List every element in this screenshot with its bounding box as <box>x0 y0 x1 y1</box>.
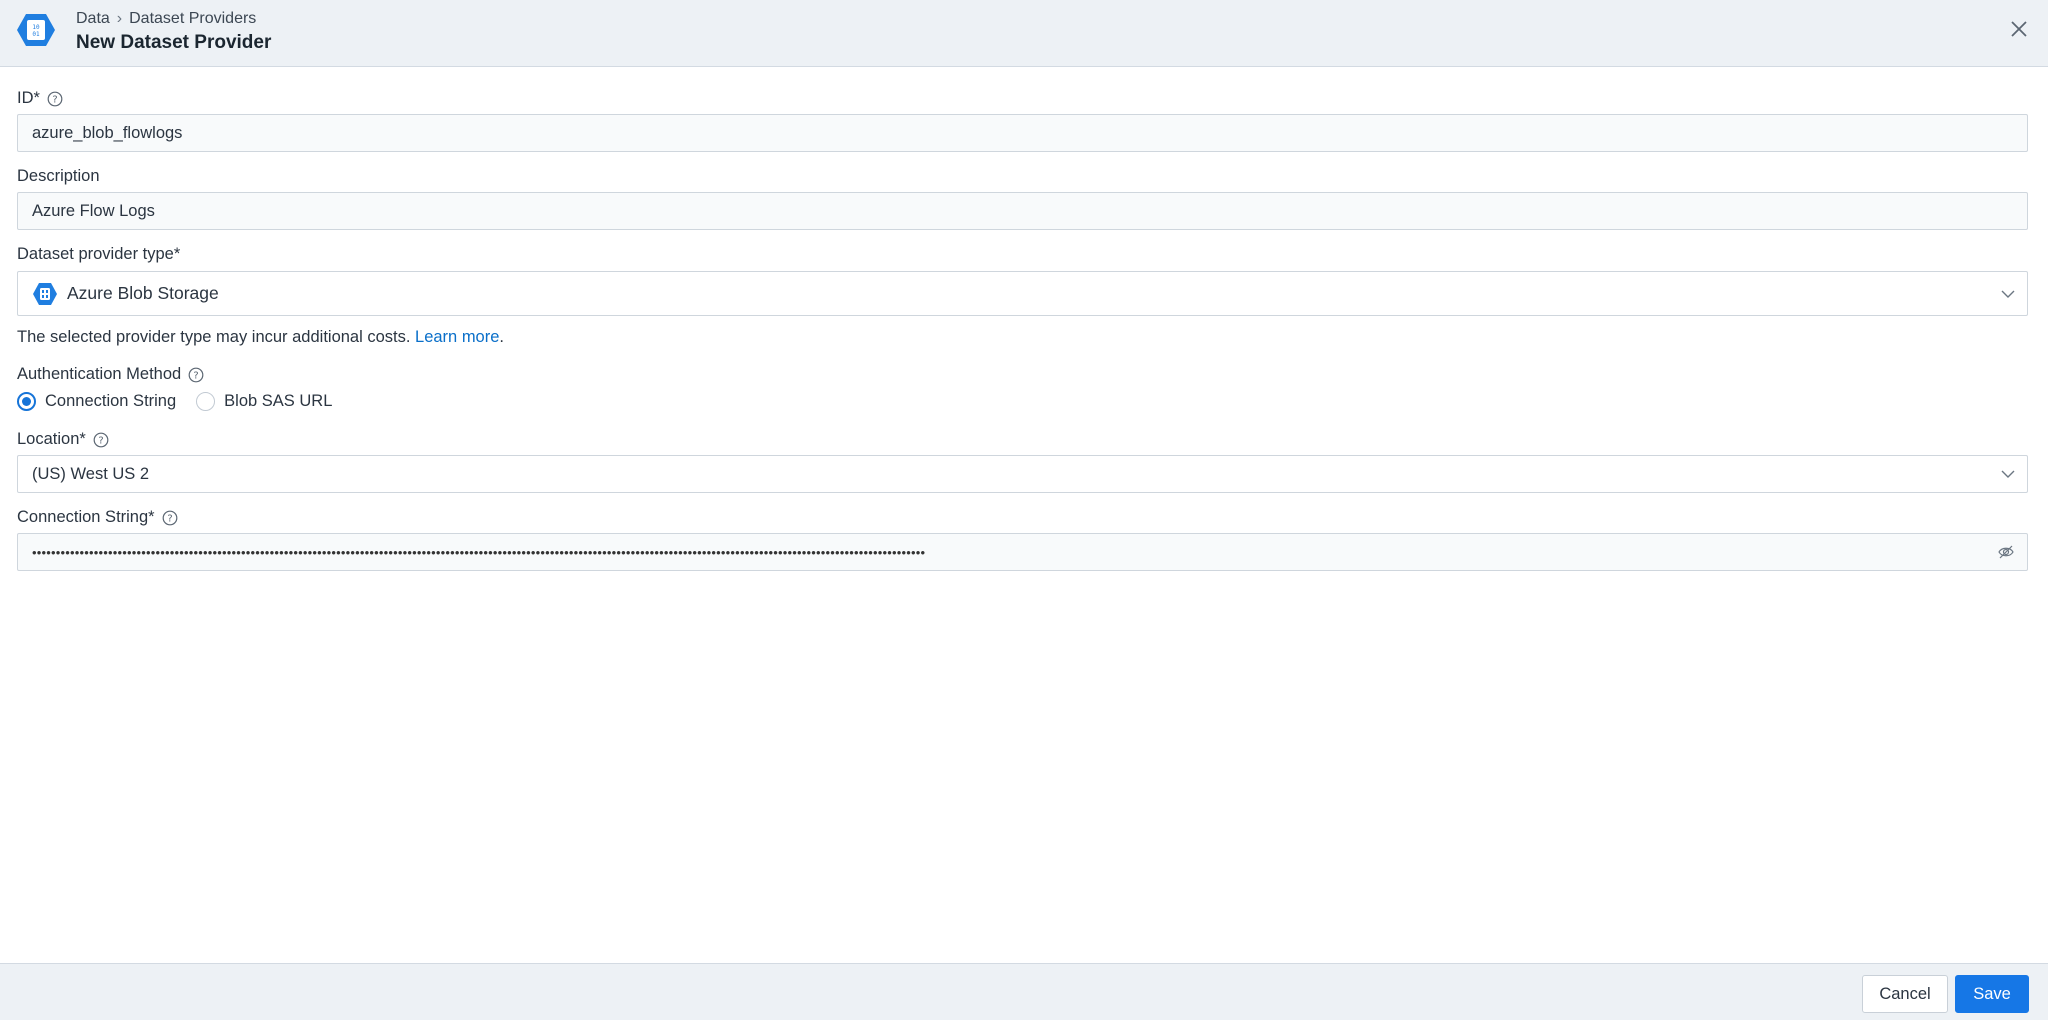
description-label: Description <box>17 167 100 186</box>
page-footer: Cancel Save <box>0 963 2048 1020</box>
id-input[interactable]: azure_blob_flowlogs <box>17 114 2028 152</box>
chevron-down-icon <box>2001 470 2015 478</box>
cost-note: The selected provider type may incur add… <box>17 328 504 347</box>
svg-text:?: ? <box>98 435 103 446</box>
radio-button-unchecked[interactable] <box>196 392 216 411</box>
page-title: New Dataset Provider <box>76 32 272 53</box>
provider-type-value: Azure Blob Storage <box>67 283 219 303</box>
location-select[interactable]: (US) West US 2 <box>17 455 2028 493</box>
description-label-text: Description <box>17 167 100 185</box>
save-button[interactable]: Save <box>1955 975 2029 1013</box>
location-label: Location* ? <box>17 430 109 449</box>
help-icon[interactable]: ? <box>93 432 109 448</box>
learn-more-link[interactable]: Learn more <box>415 328 499 346</box>
help-icon[interactable]: ? <box>162 510 178 526</box>
auth-method-label-text: Authentication Method <box>17 365 182 383</box>
svg-text:?: ? <box>194 370 199 381</box>
svg-text:?: ? <box>167 513 172 524</box>
id-input-value: azure_blob_flowlogs <box>32 123 183 142</box>
connection-string-input[interactable]: ••••••••••••••••••••••••••••••••••••••••… <box>17 533 2028 571</box>
eye-off-icon[interactable] <box>1997 543 2015 561</box>
breadcrumb-separator: › <box>116 10 123 27</box>
radio-connection-string[interactable]: Connection String <box>17 392 176 411</box>
id-label-text: ID* <box>17 89 40 107</box>
new-dataset-provider-page: 10 01 Data › Dataset Providers New Dataset… <box>0 0 2048 1020</box>
help-icon[interactable]: ? <box>47 91 63 107</box>
provider-type-label-text: Dataset provider type* <box>17 245 181 263</box>
description-input-value: Azure Flow Logs <box>32 201 155 220</box>
breadcrumb-item-data[interactable]: Data <box>76 10 110 27</box>
connection-string-masked-value: ••••••••••••••••••••••••••••••••••••••••… <box>32 544 926 560</box>
radio-button-checked[interactable] <box>17 392 36 411</box>
svg-text:?: ? <box>52 94 57 105</box>
page-header: 10 01 Data › Dataset Providers New Dataset… <box>0 0 2048 67</box>
breadcrumb-item-dataset-providers[interactable]: Dataset Providers <box>129 10 256 27</box>
cost-note-text: The selected provider type may incur add… <box>17 328 416 346</box>
connection-string-label: Connection String* ? <box>17 508 178 527</box>
radio-connection-string-label: Connection String <box>45 392 177 410</box>
chevron-down-icon <box>2001 290 2015 298</box>
azure-blob-hex-icon: 10 01 <box>17 14 55 46</box>
close-icon[interactable] <box>2008 18 2030 40</box>
help-icon[interactable]: ? <box>188 367 204 383</box>
radio-blob-sas-url[interactable]: Blob SAS URL <box>196 392 332 411</box>
provider-type-select[interactable]: Azure Blob Storage <box>17 271 2028 316</box>
cancel-button[interactable]: Cancel <box>1862 975 1948 1013</box>
svg-text:01: 01 <box>32 31 40 38</box>
azure-blob-icon <box>33 282 57 305</box>
radio-blob-sas-url-label: Blob SAS URL <box>224 392 333 410</box>
breadcrumb: Data › Dataset Providers <box>76 10 256 28</box>
auth-method-radio-group: Connection String Blob SAS URL <box>17 392 332 411</box>
connection-string-label-text: Connection String* <box>17 508 155 526</box>
cost-note-suffix: . <box>499 328 505 346</box>
location-value: (US) West US 2 <box>32 464 150 483</box>
description-input[interactable]: Azure Flow Logs <box>17 192 2028 230</box>
location-label-text: Location* <box>17 430 86 448</box>
auth-method-label: Authentication Method ? <box>17 365 204 384</box>
id-label: ID* ? <box>17 89 63 108</box>
provider-type-label: Dataset provider type* <box>17 245 180 264</box>
svg-text:10: 10 <box>32 24 40 31</box>
